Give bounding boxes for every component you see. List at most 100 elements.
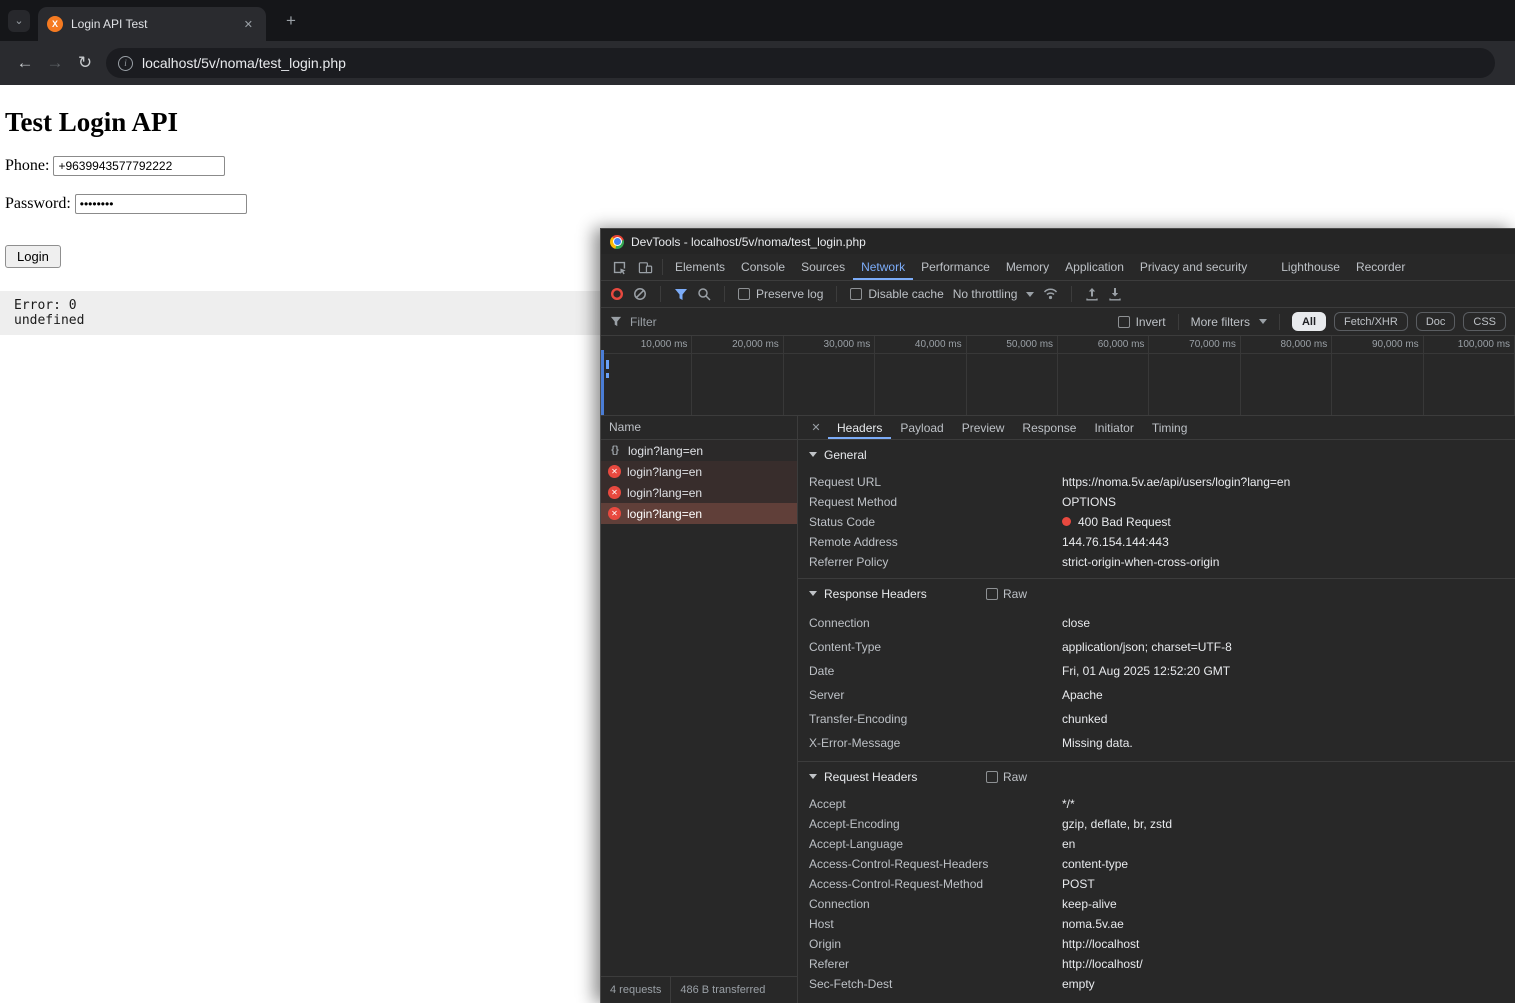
timeline-tick-label: 20,000 ms bbox=[732, 339, 779, 350]
timeline-tick-label: 70,000 ms bbox=[1189, 339, 1236, 350]
raw-toggle[interactable]: Raw bbox=[986, 770, 1027, 784]
browser-tab-strip: ⌄ X Login API Test ✕ + bbox=[0, 0, 1515, 41]
name-column-header[interactable]: Name bbox=[601, 416, 797, 440]
devtools-panel-tab[interactable]: Recorder bbox=[1348, 254, 1413, 280]
details-tab[interactable]: Preview bbox=[953, 416, 1014, 439]
devtools-panel-tab[interactable]: Privacy and security bbox=[1132, 254, 1255, 280]
devtools-panel-tab[interactable]: Console bbox=[733, 254, 793, 280]
more-filters-button[interactable]: More filters bbox=[1191, 315, 1267, 329]
disable-cache-toggle[interactable]: Disable cache bbox=[850, 287, 943, 301]
general-section-header[interactable]: General bbox=[798, 440, 1515, 469]
timeline-tick-label: 40,000 ms bbox=[915, 339, 962, 350]
preserve-log-toggle[interactable]: Preserve log bbox=[738, 287, 823, 301]
header-name: Sec-Fetch-Dest bbox=[809, 974, 1062, 994]
devtools-panel-tab[interactable]: Network bbox=[853, 254, 913, 280]
header-value: POST bbox=[1062, 874, 1095, 894]
timeline-selection-handle[interactable] bbox=[601, 350, 604, 415]
header-row: Content-Type application/json; charset=U… bbox=[798, 635, 1515, 659]
site-info-icon[interactable]: i bbox=[118, 56, 133, 71]
network-request-row[interactable]: {} ✕ login?lang=en bbox=[601, 482, 797, 503]
header-name: X-Error-Message bbox=[809, 731, 1062, 755]
raw-label: Raw bbox=[1003, 587, 1027, 601]
back-button[interactable]: ← bbox=[10, 48, 40, 78]
header-value: Apache bbox=[1062, 683, 1103, 707]
password-field[interactable] bbox=[75, 194, 247, 214]
clear-network-log-icon[interactable] bbox=[633, 287, 647, 301]
tab-close-icon[interactable]: ✕ bbox=[240, 16, 257, 33]
request-type-chip[interactable]: Fetch/XHR bbox=[1334, 312, 1408, 331]
tab-search-button[interactable]: ⌄ bbox=[8, 10, 30, 32]
request-list-pane: Name {} ✕ login?lang=en {} ✕ login?lang=… bbox=[601, 416, 798, 1003]
devtools-panel-tab[interactable]: Performance bbox=[913, 254, 998, 280]
devtools-panel-tab[interactable]: Application bbox=[1057, 254, 1132, 280]
details-tab[interactable]: Initiator bbox=[1085, 416, 1142, 439]
export-har-icon[interactable] bbox=[1108, 287, 1122, 301]
device-toolbar-icon[interactable] bbox=[632, 256, 658, 278]
header-name: Status Code bbox=[809, 512, 1062, 532]
preserve-log-checkbox[interactable] bbox=[738, 288, 750, 300]
reload-button[interactable]: ↻ bbox=[70, 48, 100, 78]
header-value: chunked bbox=[1062, 707, 1107, 731]
invert-checkbox[interactable] bbox=[1118, 316, 1130, 328]
tab-title: Login API Test bbox=[71, 17, 232, 31]
header-value: 400 Bad Request bbox=[1062, 512, 1171, 532]
timeline-column: 10,000 ms bbox=[601, 336, 692, 415]
header-row: Remote Address 144.76.154.144:443 bbox=[798, 532, 1515, 552]
disable-cache-checkbox[interactable] bbox=[850, 288, 862, 300]
request-type-chip[interactable]: All bbox=[1292, 312, 1326, 331]
raw-checkbox[interactable] bbox=[986, 771, 998, 783]
raw-toggle[interactable]: Raw bbox=[986, 587, 1027, 601]
section-title: Request Headers bbox=[824, 770, 917, 784]
record-network-log-icon[interactable] bbox=[610, 287, 624, 301]
header-value: http://localhost bbox=[1062, 934, 1139, 954]
phone-field[interactable] bbox=[53, 156, 225, 176]
details-tab[interactable]: Response bbox=[1013, 416, 1085, 439]
devtools-panel-tab[interactable]: Lighthouse bbox=[1273, 254, 1348, 280]
chevron-down-icon: ⌄ bbox=[14, 14, 23, 27]
invert-toggle[interactable]: Invert bbox=[1118, 315, 1166, 329]
header-row: Request URL https://noma.5v.ae/api/users… bbox=[798, 472, 1515, 492]
request-headers-header[interactable]: Request Headers Raw bbox=[798, 762, 1515, 791]
response-headers-header[interactable]: Response Headers Raw bbox=[798, 579, 1515, 608]
new-tab-button[interactable]: + bbox=[280, 11, 302, 31]
request-type-chip[interactable]: CSS bbox=[1463, 312, 1506, 331]
timeline-tick-label: 30,000 ms bbox=[824, 339, 871, 350]
request-name: login?lang=en bbox=[627, 507, 702, 521]
header-value: 144.76.154.144:443 bbox=[1062, 532, 1169, 552]
raw-checkbox[interactable] bbox=[986, 588, 998, 600]
header-name: Accept-Language bbox=[809, 834, 1062, 854]
network-request-row[interactable]: {} ✕ login?lang=en bbox=[601, 440, 797, 461]
details-tab[interactable]: Timing bbox=[1143, 416, 1197, 439]
close-details-icon[interactable]: ✕ bbox=[804, 421, 828, 434]
header-row: Connection close bbox=[798, 611, 1515, 635]
details-tab[interactable]: Payload bbox=[891, 416, 952, 439]
network-conditions-icon[interactable] bbox=[1043, 288, 1058, 300]
details-tab[interactable]: Headers bbox=[828, 416, 891, 439]
address-bar[interactable]: i localhost/5v/noma/test_login.php bbox=[106, 48, 1495, 78]
import-har-icon[interactable] bbox=[1085, 287, 1099, 301]
network-request-row[interactable]: {} ✕ login?lang=en bbox=[601, 503, 797, 524]
header-row: Status Code 400 Bad Request bbox=[798, 512, 1515, 532]
inspect-element-icon[interactable] bbox=[606, 256, 632, 278]
devtools-panel-tab[interactable]: Elements bbox=[667, 254, 733, 280]
request-error-icon: ✕ bbox=[608, 507, 621, 520]
forward-button[interactable]: → bbox=[40, 48, 70, 78]
search-icon[interactable] bbox=[697, 287, 711, 301]
header-value: application/json; charset=UTF-8 bbox=[1062, 635, 1232, 659]
devtools-panel-tab[interactable]: Sources bbox=[793, 254, 853, 280]
filter-input[interactable] bbox=[630, 315, 1110, 329]
throttling-select[interactable]: No throttling bbox=[953, 287, 1035, 301]
network-overview-timeline[interactable]: 10,000 ms 20,000 ms 30,000 ms 40,000 ms … bbox=[601, 336, 1515, 416]
header-name: Server bbox=[809, 683, 1062, 707]
browser-tab[interactable]: X Login API Test ✕ bbox=[38, 7, 266, 41]
login-button[interactable]: Login bbox=[5, 245, 61, 268]
more-filters-label: More filters bbox=[1191, 315, 1250, 329]
headers-panel: General Request URL https://noma.5v.ae/a… bbox=[798, 440, 1515, 1003]
header-name: Access-Control-Request-Method bbox=[809, 874, 1062, 894]
filter-icon[interactable] bbox=[674, 288, 688, 301]
network-request-row[interactable]: {} ✕ login?lang=en bbox=[601, 461, 797, 482]
request-type-chip[interactable]: Doc bbox=[1416, 312, 1456, 331]
json-file-icon: {} bbox=[608, 444, 622, 458]
header-name: Request URL bbox=[809, 472, 1062, 492]
devtools-panel-tab[interactable]: Memory bbox=[998, 254, 1057, 280]
